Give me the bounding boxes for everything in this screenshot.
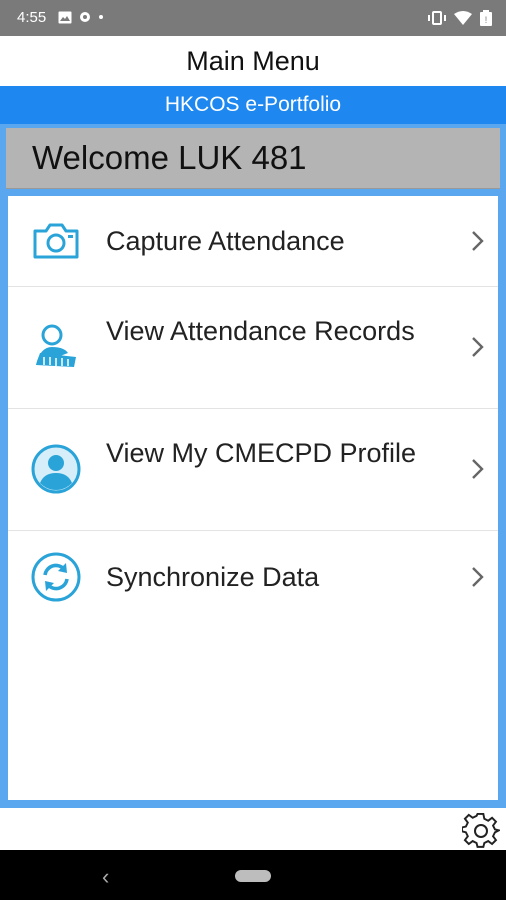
menu-item-label: View My CMECPD Profile bbox=[106, 438, 417, 468]
attendance-records-icon bbox=[36, 324, 76, 367]
vibrate-icon bbox=[428, 11, 446, 25]
nav-back-icon[interactable]: ‹ bbox=[102, 864, 109, 890]
main-frame: Welcome LUK 481 Capture Attendance View … bbox=[0, 124, 506, 808]
camera-icon bbox=[33, 223, 79, 259]
bottom-toolbar bbox=[0, 808, 506, 850]
menu-item-synchronize-data[interactable]: Synchronize Data bbox=[8, 531, 498, 623]
sync-icon bbox=[31, 552, 81, 602]
chevron-right-icon bbox=[472, 567, 484, 587]
chevron-right-icon bbox=[472, 231, 484, 251]
settings-small-icon bbox=[80, 12, 90, 22]
battery-icon: ! bbox=[480, 10, 492, 26]
gear-icon[interactable] bbox=[462, 812, 500, 850]
page-title: Main Menu bbox=[0, 36, 506, 86]
app-subtitle: HKCOS e-Portfolio bbox=[0, 86, 506, 124]
wifi-icon bbox=[454, 11, 472, 25]
image-icon bbox=[58, 11, 72, 23]
menu-item-view-attendance-records[interactable]: View Attendance Records bbox=[8, 287, 498, 409]
menu-item-view-cmecpd-profile[interactable]: View My CMECPD Profile bbox=[8, 409, 498, 531]
status-bar: 4:55 ! bbox=[0, 0, 506, 36]
system-nav-bar: ‹ bbox=[0, 850, 506, 900]
dot-icon bbox=[99, 15, 103, 19]
welcome-banner: Welcome LUK 481 bbox=[6, 128, 500, 189]
chevron-right-icon bbox=[472, 337, 484, 357]
welcome-text: Welcome LUK 481 bbox=[32, 139, 307, 176]
main-menu: Capture Attendance View Attendance Recor… bbox=[8, 196, 498, 800]
profile-icon bbox=[31, 444, 81, 494]
status-time: 4:55 bbox=[17, 9, 47, 26]
menu-item-label: Synchronize Data bbox=[106, 562, 320, 592]
menu-item-capture-attendance[interactable]: Capture Attendance bbox=[8, 196, 498, 287]
menu-item-label: View Attendance Records bbox=[106, 316, 415, 346]
chevron-right-icon bbox=[472, 459, 484, 479]
svg-text:!: ! bbox=[485, 15, 488, 25]
nav-home-pill[interactable] bbox=[235, 870, 271, 882]
menu-item-label: Capture Attendance bbox=[106, 226, 345, 256]
